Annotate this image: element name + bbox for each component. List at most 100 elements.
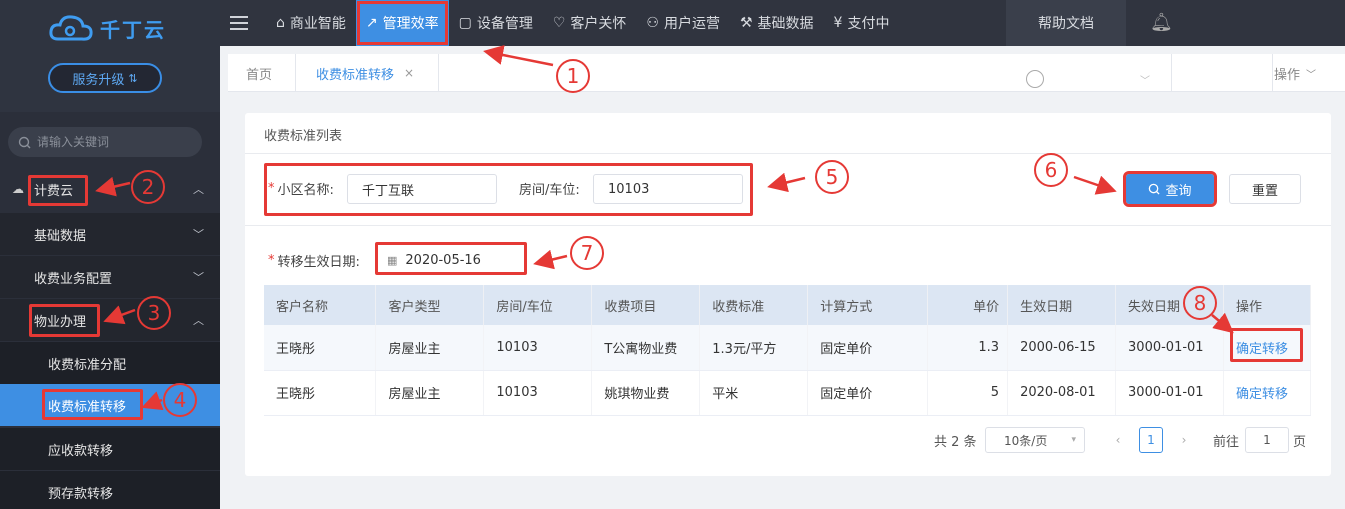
prev-page-button[interactable]: ‹	[1104, 427, 1132, 453]
confirm-transfer-cell: 确定转移	[1223, 370, 1312, 416]
chevron-down-icon: ﹀	[193, 271, 204, 284]
nav-device-management[interactable]: ▢ 设备管理	[449, 0, 543, 46]
logo-text: 千丁云	[100, 17, 166, 42]
column-header: 单价	[927, 285, 1009, 325]
close-icon[interactable]: ×	[404, 66, 414, 80]
logo: 千丁云	[48, 12, 166, 44]
table-cell: 3000-01-01	[1115, 370, 1224, 416]
card-title: 收费标准列表	[264, 129, 343, 144]
nav-label: 基础数据	[757, 16, 814, 32]
column-header: 操作	[1223, 285, 1312, 325]
hamburger-menu-icon[interactable]	[224, 16, 254, 30]
sidebar-search-input[interactable]	[37, 135, 187, 149]
nav-label: 用户运营	[663, 16, 720, 32]
page-size-select[interactable]: 10条/页 ▾	[985, 427, 1085, 453]
table-cell: 固定单价	[807, 370, 929, 416]
tab-label: 收费标准转移	[316, 67, 395, 83]
nav-label: 支付中	[847, 16, 890, 32]
page-number-current[interactable]: 1	[1139, 427, 1163, 453]
nav-payment-center[interactable]: ¥ 支付中	[824, 0, 890, 46]
sidebar-item-label: 应收款转移	[48, 443, 114, 459]
table-header-row: 客户名称 客户类型 房间/车位 收费项目 收费标准 计算方式 单价 生效日期 失…	[264, 285, 1312, 325]
tab-divider	[295, 54, 296, 92]
chevron-down-icon: ﹀	[1306, 69, 1317, 81]
date-label: * 转移生效日期:	[268, 245, 360, 275]
upgrade-button[interactable]: 服务升级 ⇅	[48, 63, 162, 93]
annotation-box-4	[42, 389, 143, 420]
annotation-marker-8: 8	[1183, 286, 1217, 320]
table-cell: 王晓彤	[264, 370, 377, 416]
sidebar: 千丁云 服务升级 ⇅ ☁ 计费云 ︿ 基础数据 ﹀ 收费业务配置 ﹀ 物业办理 …	[0, 0, 220, 509]
required-mark: *	[268, 252, 275, 268]
sidebar-item-fee-std-assign[interactable]: 收费标准分配	[0, 342, 220, 384]
table-cell: 姚琪物业费	[591, 370, 701, 416]
sidebar-item-label: 收费业务配置	[34, 271, 113, 287]
column-header: 生效日期	[1007, 285, 1117, 325]
table-cell: 房屋业主	[375, 370, 485, 416]
annotation-box-7	[375, 242, 527, 275]
column-header: 计算方式	[807, 285, 929, 325]
pagination-total: 共 2 条	[934, 434, 977, 450]
tab-ops-dropdown[interactable]: 操作 ﹀	[1274, 54, 1316, 92]
reset-button[interactable]: 重置	[1229, 174, 1301, 204]
nav-help-docs[interactable]: 帮助文档	[1006, 0, 1126, 46]
table-row: 王晓彤 房屋业主 10103 姚琪物业费 平米 固定单价 5 2020-08-0…	[264, 370, 1312, 416]
sidebar-item-receivable-transfer[interactable]: 应收款转移	[0, 428, 220, 470]
column-header: 房间/车位	[483, 285, 593, 325]
column-header: 客户名称	[264, 285, 377, 325]
chart-line-icon: ↗	[365, 15, 378, 31]
fee-standard-table: 客户名称 客户类型 房间/车位 收费项目 收费标准 计算方式 单价 生效日期 失…	[264, 285, 1312, 416]
annotation-marker-6: 6	[1034, 153, 1068, 187]
sidebar-item-label: 预存款转移	[48, 486, 114, 502]
top-nav: ⌂ 商业智能 ↗ 管理效率 ▢ 设备管理 ♡ 客户关怀 ⚇ 用户运营 ⚒ 基础数…	[220, 0, 1345, 46]
annotation-box-3	[29, 304, 100, 337]
confirm-transfer-link[interactable]: 确定转移	[1236, 387, 1288, 402]
avatar[interactable]	[1026, 70, 1044, 88]
nav-user-operations[interactable]: ⚇ 用户运营	[636, 0, 730, 46]
yuan-icon: ¥	[833, 15, 843, 31]
upgrade-arrows-icon: ⇅	[128, 71, 138, 85]
sidebar-item-prepaid-transfer[interactable]: 预存款转移	[0, 471, 220, 509]
search-icon	[18, 136, 31, 148]
annotation-box-2	[28, 175, 88, 206]
next-page-button[interactable]: ›	[1170, 427, 1198, 453]
sidebar-search[interactable]	[8, 127, 202, 157]
tab-divider	[1272, 54, 1273, 92]
tab-divider	[1171, 54, 1172, 92]
search-button[interactable]: 查询	[1123, 171, 1217, 207]
nav-customer-care[interactable]: ♡ 客户关怀	[543, 0, 637, 46]
building-icon: ⌂	[276, 15, 285, 31]
search-button-label: 查询	[1165, 183, 1192, 199]
chevron-down-icon[interactable]: ﹀	[1140, 72, 1150, 87]
nav-basic-data[interactable]: ⚒ 基础数据	[730, 0, 824, 46]
chevron-down-icon: ▾	[1071, 435, 1076, 445]
nav-label: 管理效率	[382, 16, 439, 32]
table-cell: 王晓彤	[264, 325, 377, 371]
goto-page-input[interactable]: 1	[1245, 427, 1289, 453]
bell-icon[interactable]: 🔔︎	[1150, 12, 1173, 33]
ops-label: 操作	[1274, 67, 1301, 83]
nav-label: 商业智能	[289, 16, 346, 32]
table-cell: 2020-08-01	[1007, 370, 1117, 416]
annotation-marker-5: 5	[815, 160, 849, 194]
page-suffix: 页	[1293, 434, 1307, 450]
nav-management-efficiency[interactable]: ↗ 管理效率	[355, 0, 449, 46]
nav-business-intelligence[interactable]: ⌂ 商业智能	[266, 0, 356, 46]
date-label-text: 转移生效日期:	[277, 254, 360, 270]
table-cell: 1.3	[927, 325, 1009, 371]
table-row: 王晓彤 房屋业主 10103 T公寓物业费 1.3元/平方 固定单价 1.3 2…	[264, 325, 1312, 371]
page-size-value: 10条/页	[1004, 433, 1048, 448]
divider	[245, 153, 1331, 154]
sidebar-item-basic-data[interactable]: 基础数据 ﹀	[0, 213, 220, 255]
annotation-box-8	[1230, 328, 1303, 362]
tab-fee-std-transfer[interactable]: 收费标准转移 ×	[316, 54, 414, 92]
heart-icon: ♡	[552, 15, 566, 31]
tab-home[interactable]: 首页	[246, 54, 272, 92]
table-cell: 3000-01-01	[1115, 325, 1224, 371]
upgrade-label: 服务升级	[72, 72, 125, 88]
annotation-marker-7: 7	[570, 236, 604, 270]
nav-label: 客户关怀	[570, 16, 627, 32]
column-header: 客户类型	[375, 285, 485, 325]
sidebar-item-fee-config[interactable]: 收费业务配置 ﹀	[0, 256, 220, 298]
goto-label: 前往	[1213, 434, 1240, 450]
